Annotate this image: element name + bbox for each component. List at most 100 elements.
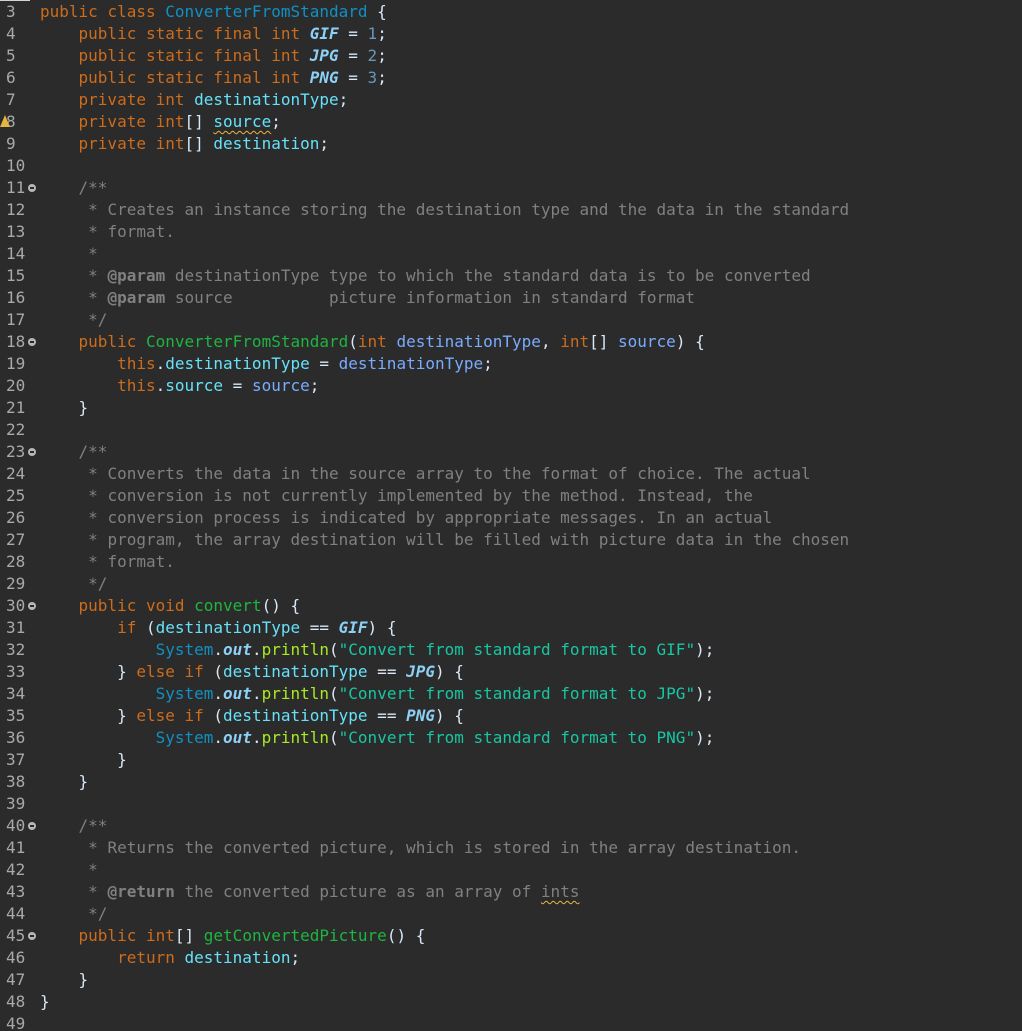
code-token: ); — [695, 684, 715, 703]
code-token: */ — [88, 574, 108, 593]
code-token: * conversion is not currently implemente… — [88, 486, 753, 505]
code-text: */ — [40, 573, 107, 595]
code-token: /** — [78, 442, 108, 461]
fold-toggle-icon[interactable] — [28, 184, 36, 192]
code-token: public — [78, 24, 146, 43]
code-token: 2 — [367, 46, 378, 65]
code-text: public void convert() { — [40, 595, 301, 617]
code-token: * — [88, 244, 98, 263]
code-token: ConverterFromStandard — [165, 2, 368, 21]
line-number: 26 — [6, 508, 26, 527]
fold-toggle-icon[interactable] — [28, 932, 36, 940]
warning-icon[interactable] — [0, 115, 10, 127]
code-text: public ConverterFromStandard(int destina… — [40, 331, 705, 353]
code-token: == — [367, 706, 407, 725]
line-number: 39 — [6, 794, 26, 813]
code-token: /** — [78, 178, 108, 197]
code-text: /** — [40, 177, 108, 199]
code-text: System.out.println("Convert from standar… — [40, 683, 715, 705]
line-number: 27 — [6, 530, 26, 549]
code-token: System — [155, 640, 214, 659]
line-number: 16 — [6, 288, 26, 307]
code-text: public static final int GIF = 1; — [40, 23, 387, 45]
code-token: ; — [309, 376, 320, 395]
code-text: public class ConverterFromStandard { — [40, 1, 387, 23]
code-token: PNG — [309, 68, 339, 87]
line-number: 7 — [6, 90, 16, 109]
code-text: System.out.println("Convert from standar… — [40, 727, 715, 749]
fold-toggle-icon[interactable] — [28, 338, 36, 346]
code-token: , — [540, 332, 561, 351]
code-token: ; — [319, 134, 330, 153]
code-token: * Returns the converted picture, which i… — [88, 838, 801, 857]
code-token: . — [155, 354, 166, 373]
line-number: 34 — [6, 684, 26, 703]
code-token: ( — [145, 618, 156, 637]
code-token: if — [184, 706, 214, 725]
code-token: out — [223, 640, 252, 659]
code-token: () { — [386, 926, 426, 945]
code-token: int — [155, 90, 195, 109]
code-token: ints — [540, 882, 580, 901]
code-token: static — [145, 24, 214, 43]
code-token: convert — [194, 596, 262, 615]
code-text: * Creates an instance storing the destin… — [40, 199, 849, 221]
code-token: void — [145, 596, 195, 615]
code-token: */ — [88, 310, 108, 329]
code-token: /** — [78, 816, 108, 835]
fold-toggle-icon[interactable] — [28, 448, 36, 456]
code-text: System.out.println("Convert from standar… — [40, 639, 715, 661]
code-token: destinationType — [223, 706, 368, 725]
code-text: } — [40, 991, 50, 1013]
code-token: destination — [213, 134, 320, 153]
code-token: } — [40, 992, 50, 1011]
code-token: ( — [213, 706, 224, 725]
code-token: destinationType — [194, 90, 339, 109]
code-token: ; — [290, 948, 301, 967]
code-token: JPG — [309, 46, 339, 65]
fold-toggle-icon[interactable] — [28, 822, 36, 830]
code-token: public — [78, 68, 146, 87]
code-token: public — [78, 46, 146, 65]
code-token: private — [78, 134, 156, 153]
code-token: destinationType — [223, 662, 368, 681]
code-token: * program, the array destination will be… — [88, 530, 850, 549]
code-token: @param — [107, 266, 166, 285]
code-token: } — [40, 706, 137, 725]
code-token: out — [223, 684, 252, 703]
code-token: static — [145, 68, 214, 87]
code-token: * conversion process is indicated by app… — [88, 508, 773, 527]
line-number: 22 — [6, 420, 26, 439]
line-number: 35 — [6, 706, 26, 725]
code-editor[interactable]: 3 public class ConverterFromStandard {4 p… — [0, 0, 1022, 1031]
line-number: 17 — [6, 310, 26, 329]
code-token: private — [78, 90, 156, 109]
code-token: = — [223, 376, 252, 395]
code-token: this — [117, 376, 156, 395]
code-token: * Creates an instance storing the destin… — [88, 200, 850, 219]
code-token: * — [88, 860, 98, 879]
fold-toggle-icon[interactable] — [28, 602, 36, 610]
line-number: 24 — [6, 464, 26, 483]
line-number: 37 — [6, 750, 26, 769]
code-text: } — [40, 969, 89, 991]
line-number: 12 — [6, 200, 26, 219]
code-token: int — [560, 332, 590, 351]
code-text: } — [40, 749, 127, 771]
code-token: int — [155, 112, 185, 131]
code-token: = — [338, 24, 368, 43]
code-token: public — [78, 926, 146, 945]
line-number: 36 — [6, 728, 26, 747]
line-number: 6 — [6, 68, 16, 87]
code-token: destination — [184, 948, 291, 967]
